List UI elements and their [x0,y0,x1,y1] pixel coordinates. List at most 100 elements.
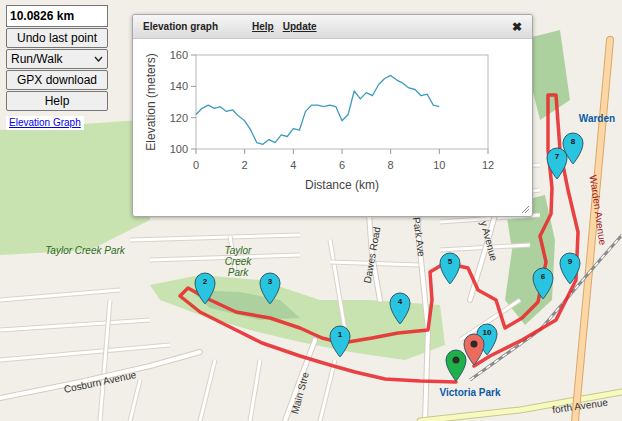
y-tick-label: 160 [170,49,188,61]
close-button[interactable]: ✖ [512,21,522,33]
street [0,345,170,360]
title-bar[interactable]: Elevation graph Help Update ✖ [133,15,532,39]
street [100,300,110,421]
street [130,380,140,421]
waypoint-marker[interactable]: 1 [328,324,352,358]
pin-dot [453,357,460,364]
map-label: Warden Avenue [588,174,609,245]
street [0,320,150,330]
x-tick-label: 4 [290,159,296,171]
elevation-line [196,75,439,144]
street [250,360,260,421]
x-tick [390,149,391,154]
elevation-chart: 160140120100024681012Distance (km)Elevat… [133,39,532,216]
street [0,290,120,300]
y-tick-label: 120 [170,112,188,124]
street [200,360,215,421]
panel-button[interactable]: Help [6,91,108,111]
marker-number: 3 [258,277,282,287]
chevron-down-icon [94,56,103,62]
marker-number: 1 [328,330,352,340]
map-pin-icon [438,251,462,285]
x-tick [488,149,489,154]
street [460,300,520,340]
window-title: Elevation graph [143,19,218,34]
marker-number: 5 [438,257,462,267]
pin-body [446,350,466,381]
waypoint-marker[interactable]: 6 [531,266,555,300]
waypoint-marker[interactable]: 2 [193,271,217,305]
select-value: Run/Walk [11,50,63,68]
panel-button[interactable]: Undo last point [6,28,108,48]
panel-button[interactable]: GPX download [6,70,108,90]
end-marker[interactable] [462,332,486,366]
map-label: y Avenue [478,220,499,262]
pin-dot [471,341,478,348]
elevation-graph-link[interactable]: Elevation Graph [6,116,84,130]
map-pin-icon [558,251,582,285]
x-tick-label: 2 [242,159,248,171]
marker-number: 9 [558,257,582,267]
map-view[interactable]: Taylor Creek Park Taylor Creek Park Cosbur… [0,0,622,421]
street [130,235,300,240]
waypoint-marker[interactable]: 3 [258,271,282,305]
street [130,235,300,240]
start-marker[interactable] [444,348,468,382]
map-label: Dawes Road [362,226,383,284]
waypoint-marker[interactable]: 8 [561,131,585,165]
street [460,300,520,340]
street [320,360,335,421]
street [200,360,215,421]
y-tick [191,149,196,150]
x-tick [244,149,245,154]
activity-select[interactable]: Run/Walk [6,49,108,69]
park-area [0,120,150,255]
resize-grip-icon[interactable] [520,204,530,214]
x-tick-label: 0 [193,159,199,171]
waypoint-marker[interactable]: 9 [558,251,582,285]
road [0,352,200,398]
window-link[interactable]: Help [252,19,274,34]
y-tick [191,117,196,118]
street [0,290,120,300]
x-tick [293,149,294,154]
x-axis-title: Distance (km) [305,178,379,192]
marker-number: 4 [388,297,412,307]
map-label: Victoria Park [440,387,501,398]
road [575,40,610,421]
street [100,300,110,421]
marker-number: 8 [561,137,585,147]
street [250,360,260,421]
plot-frame [196,55,488,149]
x-tick [342,149,343,154]
map-pin-icon [444,348,468,382]
street [130,380,140,421]
street [330,240,345,330]
map-label: Cosburn Avenue [63,369,137,395]
park-area [150,275,445,360]
elevation-window[interactable]: Elevation graphHelpUpdate✖ 1601401201000… [132,14,533,217]
map-label: Main Stre [289,371,311,415]
waypoint-marker[interactable]: 5 [438,251,462,285]
road [0,352,200,398]
street [0,320,150,330]
x-tick-label: 12 [482,159,494,171]
marker-number: 6 [531,272,555,282]
map-label: Taylor Creek Park [219,245,257,278]
y-tick-label: 100 [170,143,188,155]
map-label: forth Avenue [552,397,609,416]
pin-body [464,334,484,365]
map-pin-icon [531,266,555,300]
map-label: Taylor Creek Park [45,245,125,256]
waypoint-marker[interactable]: 4 [388,291,412,325]
map-pin-icon [328,324,352,358]
y-tick [191,55,196,56]
window-link[interactable]: Update [283,19,317,34]
map-pin-icon [462,332,486,366]
street [320,360,335,421]
chart-canvas: 160140120100024681012Distance (km)Elevat… [133,39,532,216]
map-pin-icon [258,271,282,305]
control-panel: 10.0826 kmUndo last pointRun/WalkGPX dow… [6,5,108,130]
road [575,40,610,421]
y-axis-title: Elevation (meters) [144,53,158,150]
